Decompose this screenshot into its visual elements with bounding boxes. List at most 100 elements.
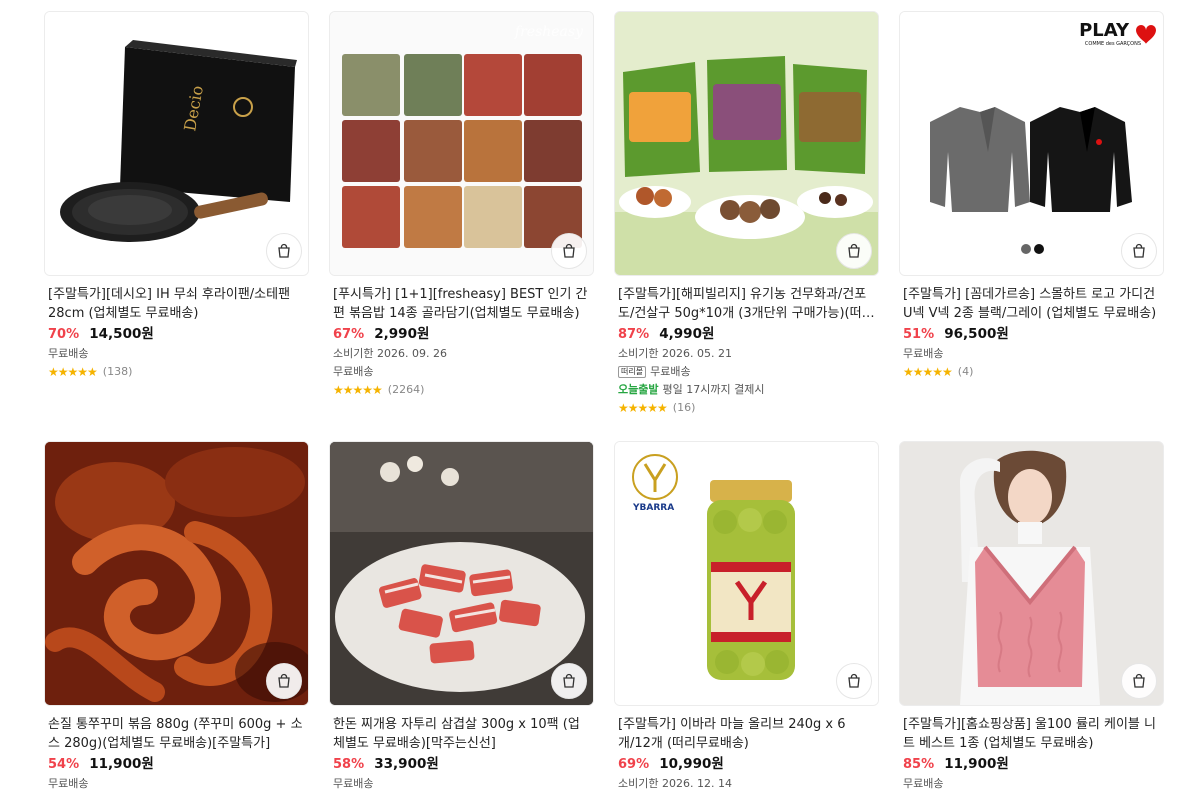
- frying-pan-image: Decio: [45, 12, 308, 275]
- add-to-cart-button[interactable]: [836, 233, 872, 269]
- fried-rice-packs-image: [330, 12, 593, 275]
- product-card[interactable]: [주말특가][홈쇼핑상품] 울100 률리 케이블 니트 베스트 1종 (업체별…: [899, 441, 1164, 793]
- shipping-text: 무료배송: [650, 365, 691, 378]
- product-thumbnail[interactable]: Decio: [44, 11, 309, 276]
- shopping-bag-icon: [278, 243, 290, 258]
- product-price: 11,900원: [89, 756, 154, 772]
- pork-belly-image: [330, 442, 593, 705]
- product-card[interactable]: PLAY COMME des GARÇONS [주말특가] [꼼데가르송] 스몰…: [899, 11, 1164, 381]
- product-thumbnail[interactable]: PLAY COMME des GARÇONS: [899, 11, 1164, 276]
- brand-logo: PLAY: [1079, 20, 1129, 41]
- product-thumbnail[interactable]: [614, 11, 879, 276]
- product-card[interactable]: YBARRA [주말특가] 이바라 마늘 올리브 240g x 6개/12개 (…: [614, 441, 879, 793]
- shopping-bag-icon: [563, 243, 575, 258]
- product-price: 14,500원: [89, 326, 154, 342]
- shipping-info: 무료배송: [903, 347, 944, 360]
- product-grid: Decio [주말특가][데시오] IH 무쇠 후라이팬/소테팬 28cm (업…: [0, 0, 1179, 790]
- product-title[interactable]: [주말특가][해피빌리지] 유기농 건무화과/건포도/건살구 50g*10개 (…: [614, 285, 879, 323]
- add-to-cart-button[interactable]: [266, 233, 302, 269]
- product-title[interactable]: 한돈 찌개용 자투리 삼겹살 300g x 10팩 (업체별도 무료배송)[막주…: [329, 715, 594, 753]
- dried-fruit-bags-image: [615, 12, 878, 275]
- price-row: 69% 10,990원: [614, 754, 879, 775]
- product-card[interactable]: fresheasy [푸시특가] [1+1][fresheasy] BEST 인…: [329, 11, 594, 399]
- discount-rate: 58%: [333, 757, 365, 772]
- product-card[interactable]: 손질 통쭈꾸미 볶음 880g (쭈꾸미 600g + 소스 280g)(업체별…: [44, 441, 309, 793]
- product-title[interactable]: [주말특가][데시오] IH 무쇠 후라이팬/소테팬 28cm (업체별도 무료…: [44, 285, 309, 323]
- product-price: 4,990원: [659, 326, 715, 342]
- spicy-octopus-image: [45, 442, 308, 705]
- product-price: 11,900원: [944, 756, 1009, 772]
- review-count: (2264): [387, 383, 425, 396]
- today-delivery-label: 오늘출발: [618, 383, 659, 396]
- product-title[interactable]: [주말특가][홈쇼핑상품] 울100 률리 케이블 니트 베스트 1종 (업체별…: [899, 715, 1164, 753]
- shipping-info: 무료배송: [333, 365, 374, 378]
- star-rating-icon: ★★★★★: [333, 383, 383, 397]
- knit-vest-model-image: [900, 442, 1163, 705]
- shipping-info: 무료배송: [48, 347, 89, 360]
- svg-text:YBARRA: YBARRA: [632, 503, 674, 513]
- discount-rate: 69%: [618, 757, 650, 772]
- discount-rate: 67%: [333, 327, 365, 342]
- price-row: 87% 4,990원: [614, 324, 879, 345]
- review-count: (4): [957, 365, 974, 378]
- shopping-bag-icon: [848, 243, 860, 258]
- star-rating-icon: ★★★★★: [903, 365, 953, 379]
- product-title[interactable]: [주말특가] [꼼데가르송] 스몰하트 로고 가디건 U넥 V넥 2종 블랙/그…: [899, 285, 1164, 323]
- product-title[interactable]: [주말특가] 이바라 마늘 올리브 240g x 6개/12개 (떠리무료배송): [614, 715, 879, 753]
- product-card[interactable]: 한돈 찌개용 자투리 삼겹살 300g x 10팩 (업체별도 무료배송)[막주…: [329, 441, 594, 793]
- product-title[interactable]: [푸시특가] [1+1][fresheasy] BEST 인기 간편 볶음밥 1…: [329, 285, 594, 323]
- rating: ★★★★★ (16): [614, 399, 879, 417]
- shopping-bag-icon: [278, 673, 290, 688]
- price-row: 51% 96,500원: [899, 324, 1164, 345]
- price-row: 54% 11,900원: [44, 754, 309, 775]
- price-row: 58% 33,900원: [329, 754, 594, 775]
- product-thumbnail[interactable]: YBARRA: [614, 441, 879, 706]
- shopping-bag-icon: [848, 673, 860, 688]
- today-delivery: 오늘출발 평일 17시까지 결제시: [614, 381, 879, 399]
- brand-subtitle: COMME des GARÇONS: [1084, 41, 1141, 47]
- discount-rate: 54%: [48, 757, 80, 772]
- expiry-date: 소비기한 2026. 09. 26: [333, 347, 447, 360]
- product-thumbnail[interactable]: [44, 441, 309, 706]
- product-card[interactable]: [주말특가][해피빌리지] 유기농 건무화과/건포도/건살구 50g*10개 (…: [614, 11, 879, 417]
- brand-watermark: fresheasy: [514, 24, 583, 40]
- add-to-cart-button[interactable]: [1121, 663, 1157, 699]
- shopping-bag-icon: [1133, 673, 1145, 688]
- shipping-info: 떠리몰 무료배송: [614, 363, 879, 381]
- product-price: 96,500원: [944, 326, 1009, 342]
- price-row: 70% 14,500원: [44, 324, 309, 345]
- product-card[interactable]: Decio [주말특가][데시오] IH 무쇠 후라이팬/소테팬 28cm (업…: [44, 11, 309, 381]
- product-thumbnail[interactable]: [329, 441, 594, 706]
- today-delivery-note: 평일 17시까지 결제시: [662, 383, 765, 396]
- product-thumbnail[interactable]: [899, 441, 1164, 706]
- cardigans-image: [900, 12, 1163, 275]
- product-thumbnail[interactable]: fresheasy: [329, 11, 594, 276]
- add-to-cart-button[interactable]: [836, 663, 872, 699]
- add-to-cart-button[interactable]: [551, 663, 587, 699]
- product-price: 2,990원: [374, 326, 430, 342]
- shopping-bag-icon: [1133, 243, 1145, 258]
- olive-jar-image: YBARRA: [615, 442, 878, 705]
- shopping-bag-icon: [563, 673, 575, 688]
- review-count: (16): [672, 401, 696, 414]
- star-rating-icon: ★★★★★: [48, 365, 98, 379]
- discount-rate: 87%: [618, 327, 650, 342]
- price-row: 85% 11,900원: [899, 754, 1164, 775]
- rating: ★★★★★ (138): [44, 363, 309, 381]
- shipping-info: 무료배송: [903, 777, 944, 790]
- product-title[interactable]: 손질 통쭈꾸미 볶음 880g (쭈꾸미 600g + 소스 280g)(업체별…: [44, 715, 309, 753]
- seller-badge: 떠리몰: [618, 366, 647, 378]
- expiry-date: 소비기한 2026. 05. 21: [618, 347, 732, 360]
- add-to-cart-button[interactable]: [266, 663, 302, 699]
- shipping-info: 무료배송: [48, 777, 89, 790]
- add-to-cart-button[interactable]: [551, 233, 587, 269]
- product-price: 10,990원: [659, 756, 724, 772]
- shipping-info: 무료배송: [333, 777, 374, 790]
- rating: ★★★★★ (4): [899, 363, 1164, 381]
- price-row: 67% 2,990원: [329, 324, 594, 345]
- add-to-cart-button[interactable]: [1121, 233, 1157, 269]
- star-rating-icon: ★★★★★: [618, 401, 668, 415]
- rating: ★★★★★ (2264): [329, 381, 594, 399]
- product-price: 33,900원: [374, 756, 439, 772]
- discount-rate: 85%: [903, 757, 935, 772]
